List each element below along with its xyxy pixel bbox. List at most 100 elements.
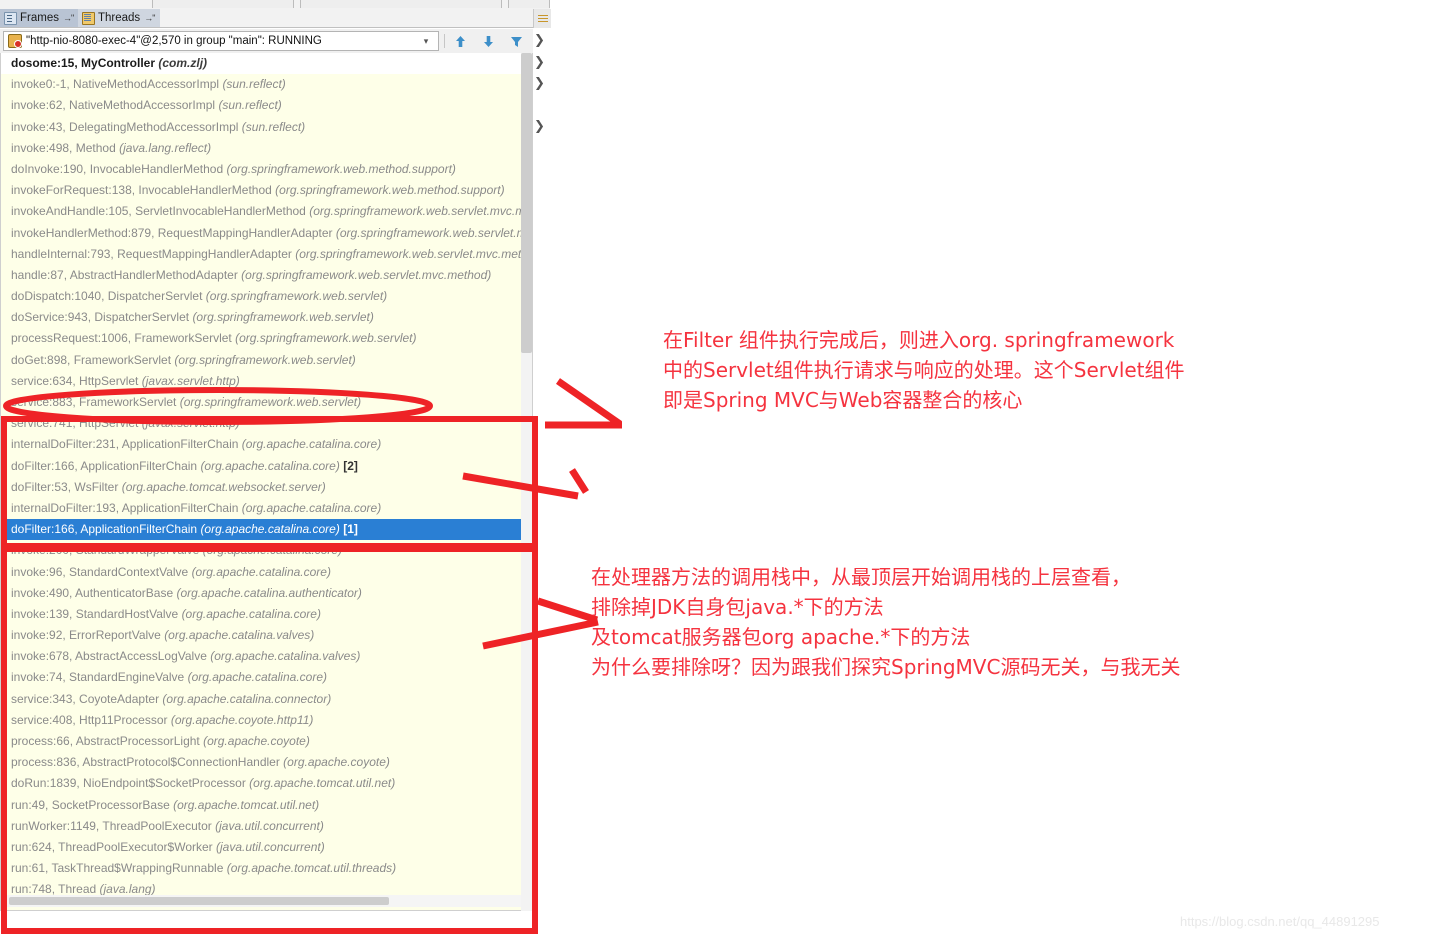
frames-vertical-scrollbar[interactable] [521,53,532,911]
frames-vertical-scrollbar-thumb[interactable] [521,53,532,353]
stack-frame-package: (org.apache.catalina.core) [200,458,340,473]
move-up-button[interactable] [450,32,470,50]
frames-horizontal-scrollbar-thumb[interactable] [9,897,389,905]
stack-frame-method: internalDoFilter:231, ApplicationFilterC… [11,437,242,452]
stack-frame-row[interactable]: invokeHandlerMethod:879, RequestMappingH… [1,223,532,244]
stack-frame-row[interactable]: internalDoFilter:231, ApplicationFilterC… [1,434,532,455]
stack-frame-row[interactable]: service:343, CoyoteAdapter (org.apache.c… [1,689,532,710]
stack-frame-row[interactable]: invoke:200, StandardWrapperValve (org.ap… [1,540,532,561]
tab-frames[interactable]: Frames →" [0,9,80,27]
stack-frame-row[interactable]: doRun:1839, NioEndpoint$SocketProcessor … [1,773,532,794]
frames-icon [4,11,17,25]
stack-frame-row[interactable]: service:634, HttpServlet (javax.servlet.… [1,371,532,392]
stack-frame-package: (org.springframework.web.servlet.mvc.met… [335,225,532,240]
stack-frame-package: (org.apache.catalina.core) [200,522,340,537]
stack-frame-row[interactable]: process:836, AbstractProtocol$Connection… [1,752,532,773]
stack-frame-method: service:634, HttpServlet [11,373,142,388]
stack-frame-row[interactable]: invoke:678, AbstractAccessLogValve (org.… [1,646,532,667]
stack-frame-row[interactable]: invoke:139, StandardHostValve (org.apach… [1,604,532,625]
chevron-right-icon[interactable]: ❯ [534,76,545,91]
stack-frame-method: handleInternal:793, RequestMappingHandle… [11,246,296,261]
stack-frame-row[interactable]: doInvoke:190, InvocableHandlerMethod (or… [1,159,532,180]
stack-frame-package: (sun.reflect) [218,98,282,113]
stack-frame-method: doGet:898, FrameworkServlet [11,352,175,367]
stack-frame-package: (org.springframework.web.servlet) [192,310,374,325]
stack-frame-package: (org.springframework.web.servlet.mvc.met… [295,246,532,261]
frames-horizontal-scrollbar[interactable] [1,895,521,907]
stack-frame-row[interactable]: internalDoFilter:193, ApplicationFilterC… [1,498,532,519]
stack-frame-row[interactable]: doService:943, DispatcherServlet (org.sp… [1,307,532,328]
stack-frame-method: service:343, CoyoteAdapter [11,691,163,706]
stack-frame-package: (org.apache.catalina.core) [241,437,382,452]
stack-frame-row[interactable]: invokeAndHandle:105, ServletInvocableHan… [1,201,532,222]
arrow-down-icon [483,35,493,47]
tab-threads[interactable]: Threads →" [78,9,161,27]
filter-button[interactable] [506,32,526,50]
stack-frame-row[interactable]: invoke:490, AuthenticatorBase (org.apach… [1,583,532,604]
stack-frame-row[interactable]: service:883, FrameworkServlet (org.sprin… [1,392,532,413]
stack-frame-package: (org.springframework.web.servlet.mvc.met… [309,204,532,219]
toolbar-segment-3 [508,0,550,8]
chevron-right-icon[interactable]: ❯ [534,33,545,48]
stack-frame-row[interactable]: service:408, Http11Processor (org.apache… [1,710,532,731]
stack-frame-row[interactable]: run:61, TaskThread$WrappingRunnable (org… [1,858,532,879]
stack-frame-package: (org.springframework.web.servlet) [174,352,356,367]
chevron-right-icon[interactable]: ❯ [534,55,545,70]
stack-frame-row[interactable]: dosome:15, MyController (com.zlj) [1,53,532,75]
stack-frame-method: doService:943, DispatcherServlet [11,310,193,325]
stack-frame-method: invokeHandlerMethod:879, RequestMappingH… [11,225,336,240]
stack-frame-package: (org.apache.catalina.core) [181,606,321,621]
stack-frame-row[interactable]: doDispatch:1040, DispatcherServlet (org.… [1,286,532,307]
stack-frame-package: (org.springframework.web.servlet.mvc.met… [241,267,492,282]
annotation-stack-note: 在处理器方法的调用栈中，从最顶层开始调用栈的上层查看， 排除掉JDK自身包jav… [591,565,1181,679]
move-down-button[interactable] [478,32,498,50]
stack-frame-row[interactable]: processRequest:1006, FrameworkServlet (o… [1,328,532,349]
stack-frame-method: doFilter:166, ApplicationFilterChain [11,522,201,537]
stack-frame-package: (org.apache.catalina.valves) [210,649,361,664]
stack-frame-row[interactable]: handle:87, AbstractHandlerMethodAdapter … [1,265,532,286]
stack-frame-row[interactable]: service:741, HttpServlet (javax.servlet.… [1,413,532,434]
stack-frame-row[interactable]: invoke:92, ErrorReportValve (org.apache.… [1,625,532,646]
call-stack-frames-list[interactable]: dosome:15, MyController (com.zlj) invoke0… [0,53,533,911]
stack-frame-method: service:883, FrameworkServlet [11,395,180,409]
stack-frame-package: (org.apache.catalina.core) [187,670,327,685]
stack-frame-package: (javax.servlet.http) [141,416,240,431]
stack-frame-method: run:49, SocketProcessorBase [11,797,174,812]
stack-frame-row[interactable]: process:66, AbstractProcessorLight (org.… [1,731,532,752]
stack-frame-method: invoke:490, AuthenticatorBase [11,585,177,600]
stack-frame-method: doDispatch:1040, DispatcherServlet [11,289,206,304]
tab-threads-label: Threads [98,12,141,24]
stack-frame-row[interactable]: doGet:898, FrameworkServlet (org.springf… [1,350,532,371]
stack-frame-row[interactable]: invoke:74, StandardEngineValve (org.apac… [1,667,532,688]
stack-frame-row[interactable]: invoke:96, StandardContextValve (org.apa… [1,562,532,583]
stack-frame-row[interactable]: invoke:43, DelegatingMethodAccessorImpl … [1,117,532,138]
stack-frame-row[interactable]: invoke0:-1, NativeMethodAccessorImpl (su… [1,74,532,95]
stack-frame-row[interactable]: doFilter:166, ApplicationFilterChain (or… [1,519,532,541]
panel-options-button[interactable] [533,9,551,28]
stack-frame-row[interactable]: doFilter:166, ApplicationFilterChain (or… [1,456,532,477]
stack-frame-package: (org.apache.tomcat.util.net) [249,776,396,791]
stack-frame-method: service:741, HttpServlet [11,416,142,431]
stack-frame-package: (org.apache.catalina.connector) [162,691,332,706]
stack-frame-row[interactable]: invoke:62, NativeMethodAccessorImpl (sun… [1,95,532,116]
chevron-right-icon[interactable]: ❯ [534,119,545,134]
stack-frame-row[interactable]: doFilter:53, WsFilter (org.apache.tomcat… [1,477,532,498]
stack-frame-row[interactable]: handleInternal:793, RequestMappingHandle… [1,244,532,265]
stack-frame-row[interactable]: run:49, SocketProcessorBase (org.apache.… [1,795,532,816]
thread-selector-dropdown[interactable]: "http-nio-8080-exec-4"@2,570 in group "m… [3,31,439,51]
stack-frame-method: invoke:92, ErrorReportValve [11,628,165,643]
stack-frame-row[interactable]: invoke:498, Method (java.lang.reflect) [1,138,532,159]
stack-frame-package: (org.springframework.web.servlet) [205,289,388,304]
stack-frame-method: doFilter:166, ApplicationFilterChain [11,458,201,473]
stack-frame-method: invoke:62, NativeMethodAccessorImpl [11,98,219,113]
stack-frame-method: invoke:678, AbstractAccessLogValve [11,649,211,664]
stack-frame-row[interactable]: run:624, ThreadPoolExecutor$Worker (java… [1,837,532,858]
stack-frame-method: service:408, Http11Processor [11,712,171,727]
arrow-to-servlet-note [545,378,622,429]
stack-frame-method: runWorker:1149, ThreadPoolExecutor [11,818,216,833]
stack-frame-method: invokeAndHandle:105, ServletInvocableHan… [11,204,310,219]
stack-frame-row[interactable]: runWorker:1149, ThreadPoolExecutor (java… [1,816,532,837]
stack-frame-package: (javax.servlet.http) [141,373,240,388]
stack-frame-row[interactable]: invokeForRequest:138, InvocableHandlerMe… [1,180,532,201]
chevron-down-icon[interactable]: ▾ [418,32,434,50]
